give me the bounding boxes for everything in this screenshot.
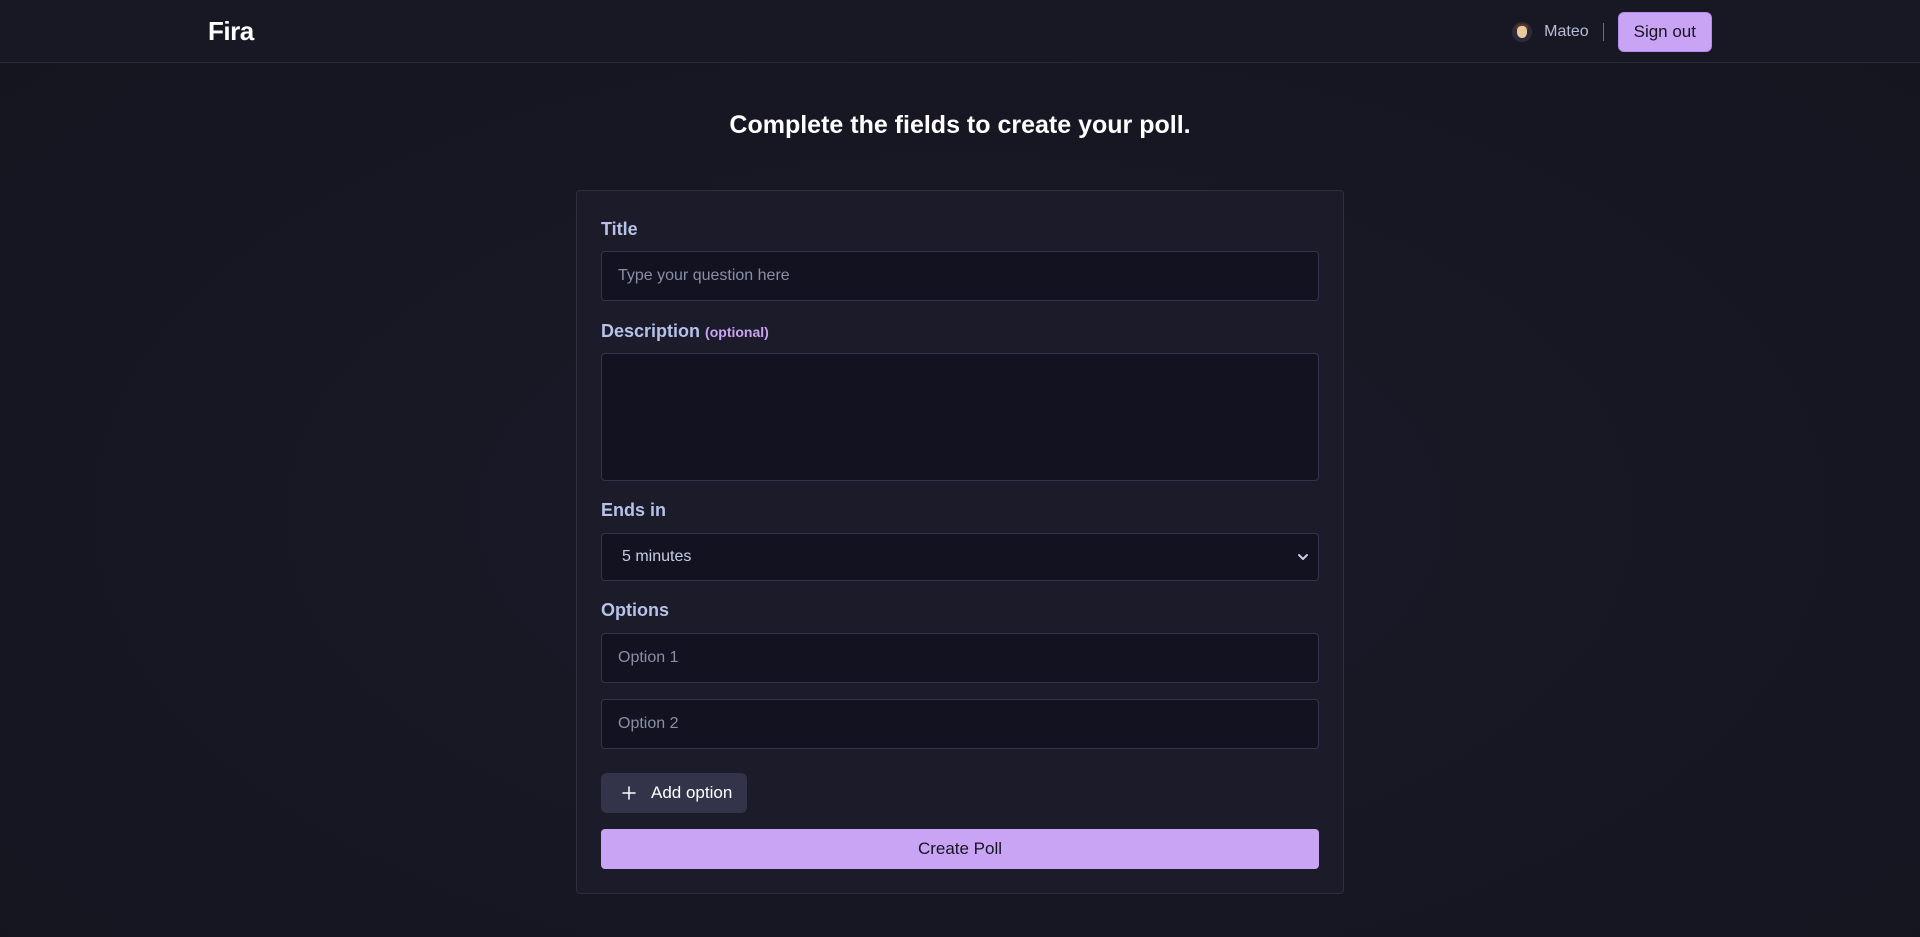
add-option-label: Add option xyxy=(651,783,733,802)
divider xyxy=(1602,23,1604,41)
create-poll-form: Title Description (optional) Ends in 5 m… xyxy=(576,190,1344,894)
options-label: Options xyxy=(601,600,669,620)
ends-in-label: Ends in xyxy=(601,500,667,520)
description-label-text: Description xyxy=(601,321,701,341)
description-textarea[interactable] xyxy=(601,353,1319,481)
add-option-button[interactable]: Add option xyxy=(601,773,747,813)
create-poll-button[interactable]: Create Poll xyxy=(601,829,1319,869)
option-input-2[interactable] xyxy=(601,699,1319,749)
plus-icon xyxy=(622,786,636,800)
username: Mateo xyxy=(1544,23,1589,40)
user-area: Mateo Sign out xyxy=(1512,12,1712,52)
optional-hint: (optional) xyxy=(705,324,769,340)
option-input-1[interactable] xyxy=(601,633,1319,683)
title-label: Title xyxy=(601,219,638,239)
top-navbar: Fira Mateo Sign out xyxy=(0,0,1920,63)
sign-out-button[interactable]: Sign out xyxy=(1617,12,1712,52)
avatar-icon xyxy=(1512,22,1533,42)
page-title: Complete the fields to create your poll. xyxy=(729,111,1191,139)
ends-in-value: 5 minutes xyxy=(622,548,692,565)
brand-logo[interactable]: Fira xyxy=(208,16,254,47)
ends-in-select[interactable]: 5 minutes xyxy=(601,533,1319,581)
description-label: Description (optional) xyxy=(601,321,769,342)
chevron-down-icon xyxy=(1298,554,1308,560)
title-input[interactable] xyxy=(601,251,1319,301)
